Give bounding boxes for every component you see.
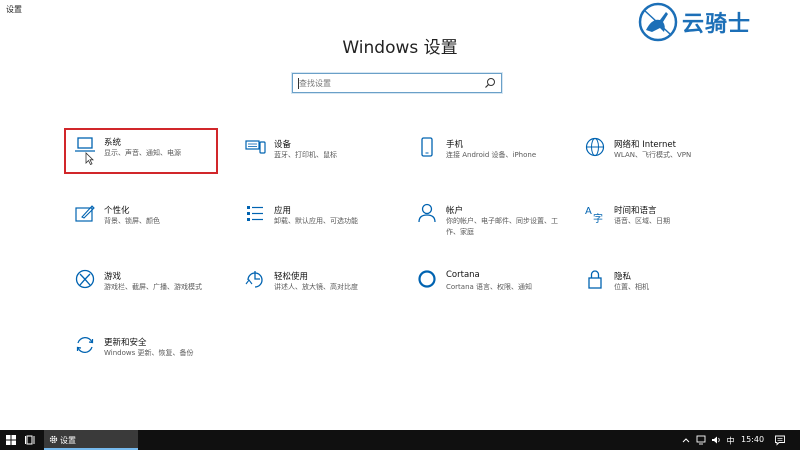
cortana-icon: [416, 268, 438, 290]
network-icon[interactable]: [696, 435, 706, 445]
tile-devices[interactable]: 设备 蓝牙、打印机、鼠标: [234, 130, 388, 176]
tile-update-security[interactable]: 更新和安全 Windows 更新、恢复、备份: [64, 328, 218, 374]
tile-title: 设备: [274, 140, 292, 150]
tile-network[interactable]: 网络和 Internet WLAN、飞行模式、VPN: [574, 130, 728, 176]
lock-icon: [584, 268, 606, 290]
tile-title: 更新和安全: [104, 338, 147, 348]
tile-system[interactable]: 系统 显示、声音、通知、电源: [64, 128, 218, 174]
tile-title: 手机: [446, 140, 464, 150]
tile-title: 游戏: [104, 272, 122, 282]
tile-desc: 你的帐户、电子邮件、同步设置、工作、家庭: [446, 217, 558, 236]
phone-icon: [416, 136, 438, 158]
tile-desc: 背景、锁屏、颜色: [104, 217, 160, 225]
devices-icon: [244, 136, 266, 158]
tile-cortana[interactable]: Cortana Cortana 语言、权限、通知: [406, 262, 560, 308]
tile-personalization[interactable]: 个性化 背景、锁屏、颜色: [64, 196, 218, 242]
volume-icon[interactable]: [711, 435, 721, 445]
personalize-icon: [74, 202, 96, 224]
globe-icon: [584, 136, 606, 158]
task-view-icon[interactable]: [25, 434, 37, 446]
tile-desc: 讲述人、放大镜、高对比度: [274, 283, 358, 291]
tile-desc: 语音、区域、日期: [614, 217, 670, 225]
tile-apps[interactable]: 应用 卸载、默认应用、可选功能: [234, 196, 388, 242]
tile-desc: Windows 更新、恢复、备份: [104, 349, 194, 357]
update-icon: [74, 334, 96, 356]
ime-icon[interactable]: 中: [726, 435, 736, 446]
account-icon: [416, 202, 438, 224]
clock[interactable]: 15:40: [741, 435, 764, 444]
svg-text:中: 中: [727, 436, 735, 446]
chevron-up-icon[interactable]: [681, 435, 691, 445]
tile-phone[interactable]: 手机 连接 Android 设备、iPhone: [406, 130, 560, 176]
tile-desc: 位置、相机: [614, 283, 649, 291]
xbox-icon: [74, 268, 96, 290]
gear-icon: [49, 435, 58, 444]
search-box[interactable]: [292, 73, 502, 93]
tile-title: Cortana: [446, 270, 480, 280]
apps-icon: [244, 202, 266, 224]
tile-title: 应用: [274, 206, 292, 216]
tile-desc: 显示、声音、通知、电源: [104, 149, 181, 157]
tile-privacy[interactable]: 隐私 位置、相机: [574, 262, 728, 308]
tile-title: 时间和语言: [614, 206, 657, 216]
tile-desc: WLAN、飞行模式、VPN: [614, 151, 692, 159]
language-icon: A字: [584, 202, 606, 225]
tile-accounts[interactable]: 帐户 你的帐户、电子邮件、同步设置、工作、家庭: [406, 196, 560, 242]
search-icon[interactable]: [484, 77, 496, 89]
tile-title: 系统: [104, 138, 122, 148]
notification-icon[interactable]: [774, 434, 786, 446]
taskbar-app-label: 设置: [60, 436, 76, 445]
tile-title: 网络和 Internet: [614, 140, 676, 150]
window-title: 设置: [6, 5, 22, 14]
tile-desc: 蓝牙、打印机、鼠标: [274, 151, 337, 159]
tile-title: 轻松使用: [274, 272, 309, 282]
tile-time-language[interactable]: A字 时间和语言 语音、区域、日期: [574, 196, 728, 242]
svg-text:A: A: [585, 206, 592, 217]
tile-desc: 游戏栏、截屏、广播、游戏模式: [104, 283, 202, 291]
svg-text:字: 字: [593, 212, 603, 224]
tile-desc: Cortana 语言、权限、通知: [446, 283, 533, 291]
taskbar-settings-app[interactable]: 设置: [44, 430, 138, 450]
windows-start-icon[interactable]: [6, 435, 16, 445]
tile-title: 帐户: [446, 206, 464, 216]
tile-desc: 连接 Android 设备、iPhone: [446, 151, 537, 159]
tile-ease-of-access[interactable]: 轻松使用 讲述人、放大镜、高对比度: [234, 262, 388, 308]
tile-title: 隐私: [614, 272, 632, 282]
taskbar: 设置 中 15:40: [0, 430, 800, 450]
ease-of-access-icon: [244, 268, 266, 290]
mouse-cursor-icon: [85, 152, 94, 165]
page-title: Windows 设置: [342, 38, 458, 58]
tile-gaming[interactable]: 游戏 游戏栏、截屏、广播、游戏模式: [64, 262, 218, 308]
search-input[interactable]: [299, 76, 479, 90]
tile-title: 个性化: [104, 206, 130, 216]
tile-desc: 卸载、默认应用、可选功能: [274, 217, 358, 225]
